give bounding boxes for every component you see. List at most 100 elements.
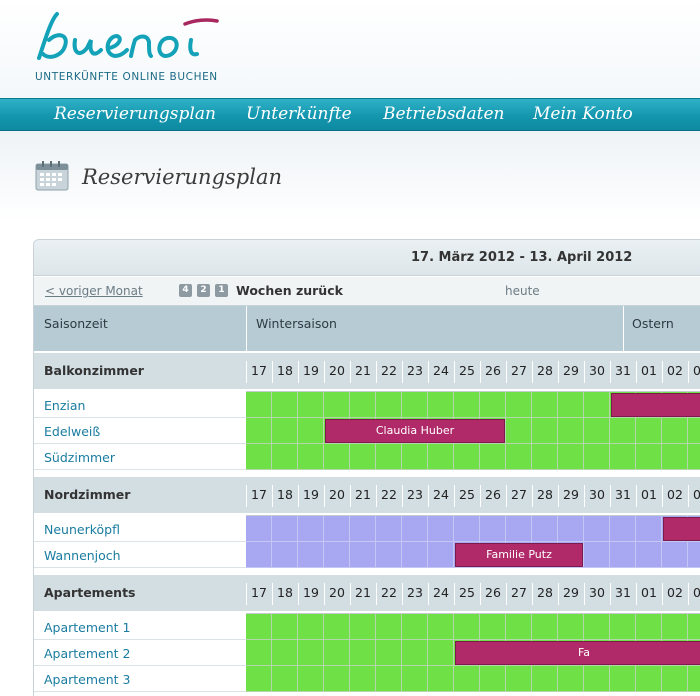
booking-bar[interactable]: Familie Putz [455,543,583,567]
day-cell[interactable] [428,516,454,542]
day-cell[interactable] [272,392,298,418]
day-cell[interactable] [636,614,662,640]
day-cell[interactable] [246,392,272,418]
day-cell[interactable] [324,614,350,640]
day-cell[interactable] [636,516,662,542]
day-cell[interactable] [454,392,480,418]
room-link[interactable]: Apartement 3 [44,672,131,687]
day-cell[interactable] [272,542,298,568]
day-cell[interactable] [636,666,662,692]
day-cell[interactable] [480,614,506,640]
weeks-back-4-button[interactable]: 4 [179,284,192,297]
day-cell[interactable] [688,666,700,692]
day-cell[interactable] [350,640,376,666]
day-cell[interactable] [350,444,376,470]
day-cell[interactable] [584,444,610,470]
booking-bar[interactable]: Claudia Huber [325,419,505,443]
day-cell[interactable] [246,418,272,444]
day-cell[interactable] [584,418,610,444]
day-cell[interactable] [428,640,454,666]
day-cell[interactable] [324,640,350,666]
day-cell[interactable] [402,444,428,470]
day-cell[interactable] [376,666,402,692]
day-cell[interactable] [350,614,376,640]
day-cell[interactable] [636,418,662,444]
day-cell[interactable] [246,614,272,640]
day-cell[interactable] [324,516,350,542]
day-cell[interactable] [402,640,428,666]
day-cell[interactable] [610,614,636,640]
day-cell[interactable] [506,392,532,418]
day-cell[interactable] [324,666,350,692]
day-cell[interactable] [272,640,298,666]
day-cell[interactable] [584,392,610,418]
day-cell[interactable] [584,614,610,640]
day-cell[interactable] [662,666,688,692]
day-cell[interactable] [532,614,558,640]
day-cell[interactable] [610,542,636,568]
day-cell[interactable] [688,444,700,470]
day-cell[interactable] [272,418,298,444]
day-cell[interactable] [688,614,700,640]
day-cell[interactable] [610,444,636,470]
day-cell[interactable] [584,666,610,692]
room-link[interactable]: Südzimmer [44,450,115,465]
day-cell[interactable] [246,666,272,692]
booking-bar[interactable]: Fa [455,641,700,665]
day-cell[interactable] [298,444,324,470]
day-cell[interactable] [480,516,506,542]
nav-unterkuenfte[interactable]: Unterkünfte [246,104,352,124]
day-cell[interactable] [298,640,324,666]
day-cell[interactable] [402,516,428,542]
day-cell[interactable] [350,516,376,542]
day-cell[interactable] [428,614,454,640]
day-cell[interactable] [350,542,376,568]
day-cell[interactable] [480,666,506,692]
day-cell[interactable] [532,444,558,470]
day-cell[interactable] [480,444,506,470]
day-cell[interactable] [324,542,350,568]
day-cell[interactable] [272,614,298,640]
weeks-back-2-button[interactable]: 2 [197,284,210,297]
day-cell[interactable] [532,516,558,542]
nav-mein-konto[interactable]: Mein Konto [533,104,633,124]
day-cell[interactable] [610,516,636,542]
day-cell[interactable] [298,392,324,418]
day-cell[interactable] [272,444,298,470]
prev-month-link[interactable]: < voriger Monat [45,284,143,298]
day-cell[interactable] [558,392,584,418]
day-cell[interactable] [636,444,662,470]
day-cell[interactable] [272,516,298,542]
day-cell[interactable] [506,418,532,444]
day-cell[interactable] [428,392,454,418]
day-cell[interactable] [558,516,584,542]
day-cell[interactable] [688,542,700,568]
day-cell[interactable] [324,444,350,470]
day-cell[interactable] [506,614,532,640]
day-cell[interactable] [402,392,428,418]
day-cell[interactable] [662,444,688,470]
day-cell[interactable] [610,418,636,444]
today-link[interactable]: heute [505,284,540,298]
day-cell[interactable] [402,614,428,640]
booking-bar[interactable] [663,517,700,541]
day-cell[interactable] [376,392,402,418]
day-cell[interactable] [428,666,454,692]
day-cell[interactable] [454,444,480,470]
booking-bar[interactable] [611,393,700,417]
day-cell[interactable] [532,418,558,444]
day-cell[interactable] [350,666,376,692]
day-cell[interactable] [454,666,480,692]
day-cell[interactable] [376,542,402,568]
day-cell[interactable] [402,542,428,568]
day-cell[interactable] [376,640,402,666]
day-cell[interactable] [298,666,324,692]
day-cell[interactable] [532,666,558,692]
day-cell[interactable] [376,516,402,542]
day-cell[interactable] [402,666,428,692]
day-cell[interactable] [480,392,506,418]
room-link[interactable]: Wannenjoch [44,548,121,563]
day-cell[interactable] [610,666,636,692]
day-cell[interactable] [246,542,272,568]
day-cell[interactable] [350,392,376,418]
